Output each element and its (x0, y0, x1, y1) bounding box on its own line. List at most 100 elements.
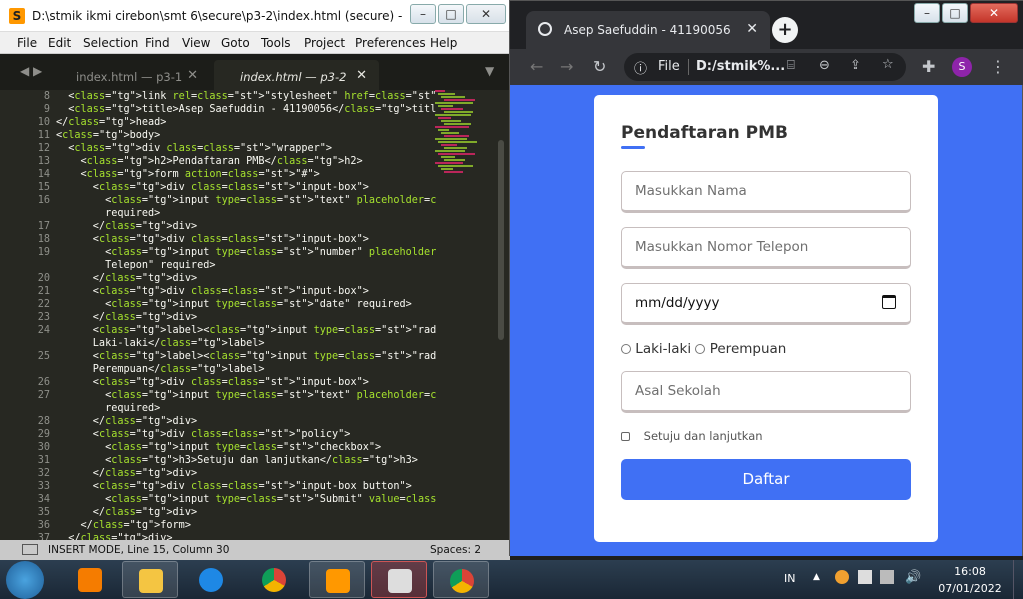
sublime-titlebar[interactable]: S D:\stmik ikmi cirebon\smt 6\secure\p3-… (0, 0, 510, 32)
menu-project[interactable]: Project (304, 36, 345, 50)
line-number: 16 (37, 195, 50, 206)
show-desktop-button[interactable] (1013, 560, 1023, 599)
volume-icon[interactable]: 🔊 (905, 570, 921, 585)
code-line: Laki-laki</class="tg">label> (56, 338, 265, 349)
chrome-icon (450, 569, 474, 593)
minimap[interactable] (435, 90, 495, 180)
calendar-icon[interactable] (882, 295, 896, 309)
menu-selection[interactable]: Selection (83, 36, 138, 50)
new-tab-button[interactable]: + (772, 17, 798, 43)
share-icon[interactable]: ⇪ (850, 58, 861, 73)
tray-app-icon[interactable] (835, 570, 849, 584)
bookmark-star-icon[interactable]: ☆ (882, 57, 894, 72)
date-placeholder: mm/dd/yyyy (635, 295, 720, 311)
show-hidden-icons-icon[interactable]: ▲ (813, 572, 820, 582)
line-number: 13 (37, 156, 50, 167)
maximize-button[interactable]: □ (438, 4, 464, 24)
ie-taskbar-button[interactable] (183, 561, 239, 598)
explorer-taskbar-button[interactable] (122, 561, 178, 598)
close-button[interactable]: ✕ (466, 4, 506, 24)
translate-icon[interactable]: ⌸ (787, 58, 795, 73)
chrome-tabstrip: Asep Saefuddin - 41190056 ✕ + – □ ✕ (510, 1, 1023, 49)
date-input[interactable]: mm/dd/yyyy (621, 283, 911, 325)
close-tab-icon[interactable]: ✕ (746, 21, 758, 37)
chrome-window: Asep Saefuddin - 41190056 ✕ + – □ ✕ ← → … (509, 0, 1023, 556)
tab-dropdown-icon[interactable]: ▼ (485, 64, 494, 78)
code-line: <class="tg">input type=class="st">"date"… (56, 299, 412, 310)
back-icon[interactable]: ← (530, 57, 543, 76)
browser-tab[interactable]: Asep Saefuddin - 41190056 ✕ (526, 11, 770, 49)
radio-male[interactable] (621, 344, 631, 354)
line-number: 32 (37, 468, 50, 479)
extensions-icon[interactable]: ✚ (922, 57, 935, 76)
globe-icon (538, 22, 552, 36)
code-line: </class="tg">div> (56, 533, 173, 540)
minimap-line (438, 117, 451, 119)
code-line: </class="tg">div> (56, 221, 198, 232)
forward-icon[interactable]: → (560, 57, 573, 76)
minimize-button[interactable]: – (914, 3, 940, 23)
more-menu-icon[interactable]: ⋮ (990, 57, 1006, 76)
profile-avatar[interactable]: S (952, 57, 972, 77)
chrome-taskbar-button[interactable] (246, 561, 302, 598)
school-input[interactable]: Asal Sekolah (621, 371, 911, 413)
policy-checkbox[interactable] (621, 432, 630, 441)
console-icon[interactable] (22, 544, 38, 555)
code-editor[interactable]: <class="tg">link rel=class="st">"stylesh… (56, 90, 436, 540)
reload-icon[interactable]: ↻ (593, 57, 606, 76)
menu-tools[interactable]: Tools (261, 36, 291, 50)
media-player-taskbar-button[interactable] (62, 561, 118, 598)
language-indicator[interactable]: IN (784, 572, 795, 585)
line-number: 10 (37, 117, 50, 128)
action-center-flag-icon[interactable] (858, 570, 872, 584)
code-line: <class="tg">title>Asep Saefuddin - 41190… (56, 104, 436, 115)
line-number: 18 (37, 234, 50, 245)
address-url: D:/stmik%... (696, 59, 786, 74)
tab-nav-arrows-icon[interactable]: ◀ ▶ (20, 64, 42, 78)
line-number: 31 (37, 455, 50, 466)
line-number (0, 337, 50, 350)
line-number: 21 (37, 286, 50, 297)
tab-p3-1[interactable]: index.html — p3-1 ✕ (60, 60, 210, 90)
info-icon[interactable]: ⓘ (634, 58, 647, 77)
editor-scrollbar[interactable] (498, 140, 504, 340)
radio-female[interactable] (695, 344, 706, 354)
radio-male-label[interactable]: Laki-laki (635, 341, 691, 357)
menu-view[interactable]: View (182, 36, 210, 50)
radio-female-label[interactable]: Perempuan (710, 341, 787, 357)
close-button[interactable]: ✕ (970, 3, 1018, 23)
phone-input[interactable]: Masukkan Nomor Telepon (621, 227, 911, 269)
zoom-icon[interactable]: ⊖ (819, 58, 830, 73)
close-tab-icon[interactable]: ✕ (356, 68, 367, 83)
snipping-tool-taskbar-button[interactable] (371, 561, 427, 598)
clock-date[interactable]: 07/01/2022 (933, 582, 1007, 595)
start-button[interactable] (6, 561, 44, 599)
line-number: 19 (37, 247, 50, 258)
menu-edit[interactable]: Edit (48, 36, 71, 50)
code-line: </class="tg">div> (56, 312, 198, 323)
menu-file[interactable]: File (17, 36, 37, 50)
maximize-button[interactable]: □ (942, 3, 968, 23)
tab-p3-2[interactable]: index.html — p3-2 ✕ (214, 60, 379, 90)
menu-goto[interactable]: Goto (221, 36, 250, 50)
code-line: <class="tg">div class=class="st">"input-… (56, 481, 412, 492)
code-line: <class="tg">link rel=class="st">"stylesh… (56, 91, 436, 102)
menu-help[interactable]: Help (430, 36, 457, 50)
name-input[interactable]: Masukkan Nama (621, 171, 911, 213)
menu-preferences[interactable]: Preferences (355, 36, 426, 50)
submit-button[interactable]: Daftar (621, 459, 911, 500)
minimize-button[interactable]: – (410, 4, 436, 24)
close-tab-icon[interactable]: ✕ (187, 68, 198, 83)
code-line: </class="tg">form> (56, 520, 191, 531)
line-number: 27 (37, 390, 50, 401)
address-bar[interactable]: ⓘ File D:/stmik%... ⌸ ⊖ ⇪ ☆ (624, 53, 906, 81)
menu-find[interactable]: Find (145, 36, 170, 50)
status-spaces[interactable]: Spaces: 2 (430, 544, 481, 556)
clock-time[interactable]: 16:08 (940, 565, 1000, 578)
network-icon[interactable] (880, 570, 894, 584)
line-number: 11 (37, 130, 50, 141)
line-number: 25 (37, 351, 50, 362)
sublime-taskbar-button[interactable] (309, 561, 365, 598)
minimap-line (438, 129, 449, 131)
chrome-profile-taskbar-button[interactable] (433, 561, 489, 598)
